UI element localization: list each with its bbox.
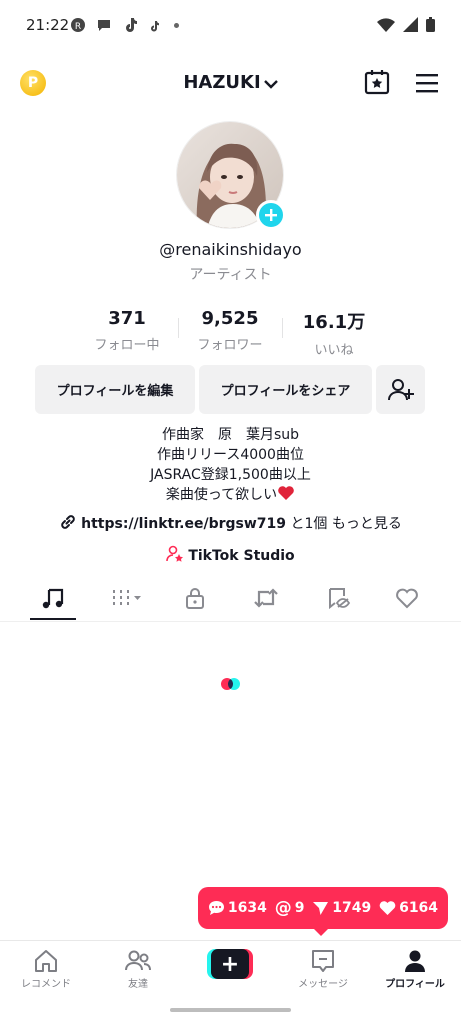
profile-tabs [0, 578, 461, 622]
followers-label: フォロワー [197, 338, 263, 353]
share-count: 1749 [332, 900, 372, 916]
tab-music[interactable] [30, 586, 76, 618]
mention-count: 9 [294, 900, 305, 916]
heart-outline-icon [396, 588, 418, 609]
menu-icon[interactable] [414, 72, 440, 98]
profile-header: P HAZUKI [0, 64, 461, 106]
link-icon [59, 513, 77, 535]
mention-icon: @ [274, 898, 292, 918]
nav-inbox[interactable]: メッセージ [277, 947, 369, 990]
nav-home[interactable]: レコメンド [0, 947, 92, 990]
red-heart-icon [277, 485, 295, 507]
home-indicator [170, 1008, 291, 1012]
wifi-icon [377, 17, 395, 36]
nav-friends-label: 友達 [128, 979, 148, 990]
plus-icon: + [211, 949, 249, 979]
active-tab-indicator [30, 618, 76, 620]
stat-likes[interactable]: 16.1万 いいね [284, 308, 384, 358]
app-notification-icon: R [70, 17, 86, 33]
grid-dropdown-icon [113, 590, 141, 605]
likes-label: いいね [314, 343, 354, 358]
inbox-icon [312, 950, 334, 972]
share-profile-button[interactable]: プロフィールをシェア [199, 365, 372, 414]
status-bar: 21:22 R [0, 0, 461, 52]
account-switcher[interactable]: HAZUKI [0, 72, 461, 94]
bio-line: 作曲家 原 葉月sub [161, 427, 300, 443]
profile-link[interactable]: https://linktr.ee/brgsw719 [81, 516, 286, 532]
nav-home-label: レコメンド [21, 979, 71, 990]
edit-profile-button[interactable]: プロフィールを編集 [35, 365, 195, 414]
nav-friends[interactable]: 友達 [92, 947, 184, 990]
bottom-navigation: レコメンド 友達 + メッセージ プロフィール [0, 940, 461, 998]
comment-icon [208, 901, 224, 915]
add-friend-button[interactable] [376, 365, 425, 414]
stat-followers[interactable]: 9,525 フォロワー [180, 308, 280, 353]
stat-following[interactable]: 371 フォロー中 [77, 308, 177, 353]
see-more-link[interactable]: もっと見る [332, 516, 402, 532]
svg-text:R: R [75, 22, 81, 32]
repost-icon [254, 588, 278, 608]
bio-line: 楽曲使って欲しい [165, 487, 278, 503]
profile-bio: 作曲家 原 葉月sub 作曲リリース4000曲位 JASRAC登録1,500曲以… [0, 425, 461, 507]
signal-icon [403, 17, 418, 36]
tiktok-notification-icon [122, 17, 138, 33]
tab-favorites[interactable] [315, 586, 361, 618]
notification-pointer [313, 928, 329, 936]
profile-handle: @renaikinshidayo [159, 240, 302, 259]
comment-count: 1634 [227, 900, 267, 916]
share-arrow-icon [313, 902, 329, 915]
plus-icon [265, 209, 277, 221]
battery-icon [426, 17, 435, 36]
activity-notification-bubble[interactable]: 1634 @ 9 1749 6164 [198, 887, 448, 929]
likes-count: 16.1万 [302, 312, 366, 333]
stat-divider [178, 318, 179, 338]
heart-icon [379, 901, 396, 915]
nav-inbox-label: メッセージ [298, 979, 348, 990]
create-button[interactable]: + [207, 949, 253, 979]
nav-profile-label: プロフィール [385, 979, 445, 990]
bio-line: JASRAC登録1,500曲以上 [150, 467, 311, 483]
following-count: 371 [108, 308, 146, 329]
tiktok-studio-link[interactable]: TikTok Studio [0, 545, 461, 567]
profile-stats: 371 フォロー中 9,525 フォロワー 16.1万 いいね [0, 308, 461, 358]
home-icon [35, 950, 57, 972]
tab-private[interactable] [172, 586, 218, 618]
link-count: と1個 [290, 516, 328, 532]
studio-label: TikTok Studio [188, 548, 295, 564]
chat-notification-icon [96, 17, 112, 33]
profile-avatar[interactable] [176, 121, 286, 231]
loading-dot-cyan [228, 678, 240, 690]
status-time: 21:22 [26, 16, 70, 34]
profile-role: アーティスト [189, 267, 272, 283]
studio-icon [166, 545, 184, 567]
more-notifications-dot [174, 22, 179, 28]
nav-profile[interactable]: プロフィール [369, 947, 461, 990]
bio-line: 作曲リリース4000曲位 [157, 447, 304, 463]
stat-divider [282, 318, 283, 338]
tiktok-small-notification-icon [148, 17, 164, 33]
lock-icon [186, 588, 204, 609]
add-story-button[interactable] [256, 200, 286, 230]
tab-videos[interactable] [104, 586, 150, 618]
friends-icon [125, 950, 151, 971]
chevron-down-icon [263, 73, 278, 94]
tab-liked[interactable] [384, 586, 430, 618]
loading-spinner [221, 678, 243, 692]
add-user-icon [387, 378, 414, 400]
profile-link-row[interactable]: https://linktr.ee/brgsw719 と1個 もっと見る [0, 513, 461, 535]
tab-reposts[interactable] [243, 586, 289, 618]
bookmark-eye-icon [329, 588, 351, 610]
following-label: フォロー中 [94, 338, 160, 353]
calendar-star-icon[interactable] [363, 68, 391, 100]
music-note-icon [42, 588, 64, 609]
like-count: 6164 [399, 900, 439, 916]
header-username: HAZUKI [183, 72, 261, 93]
followers-count: 9,525 [201, 308, 259, 329]
profile-icon [405, 950, 425, 972]
